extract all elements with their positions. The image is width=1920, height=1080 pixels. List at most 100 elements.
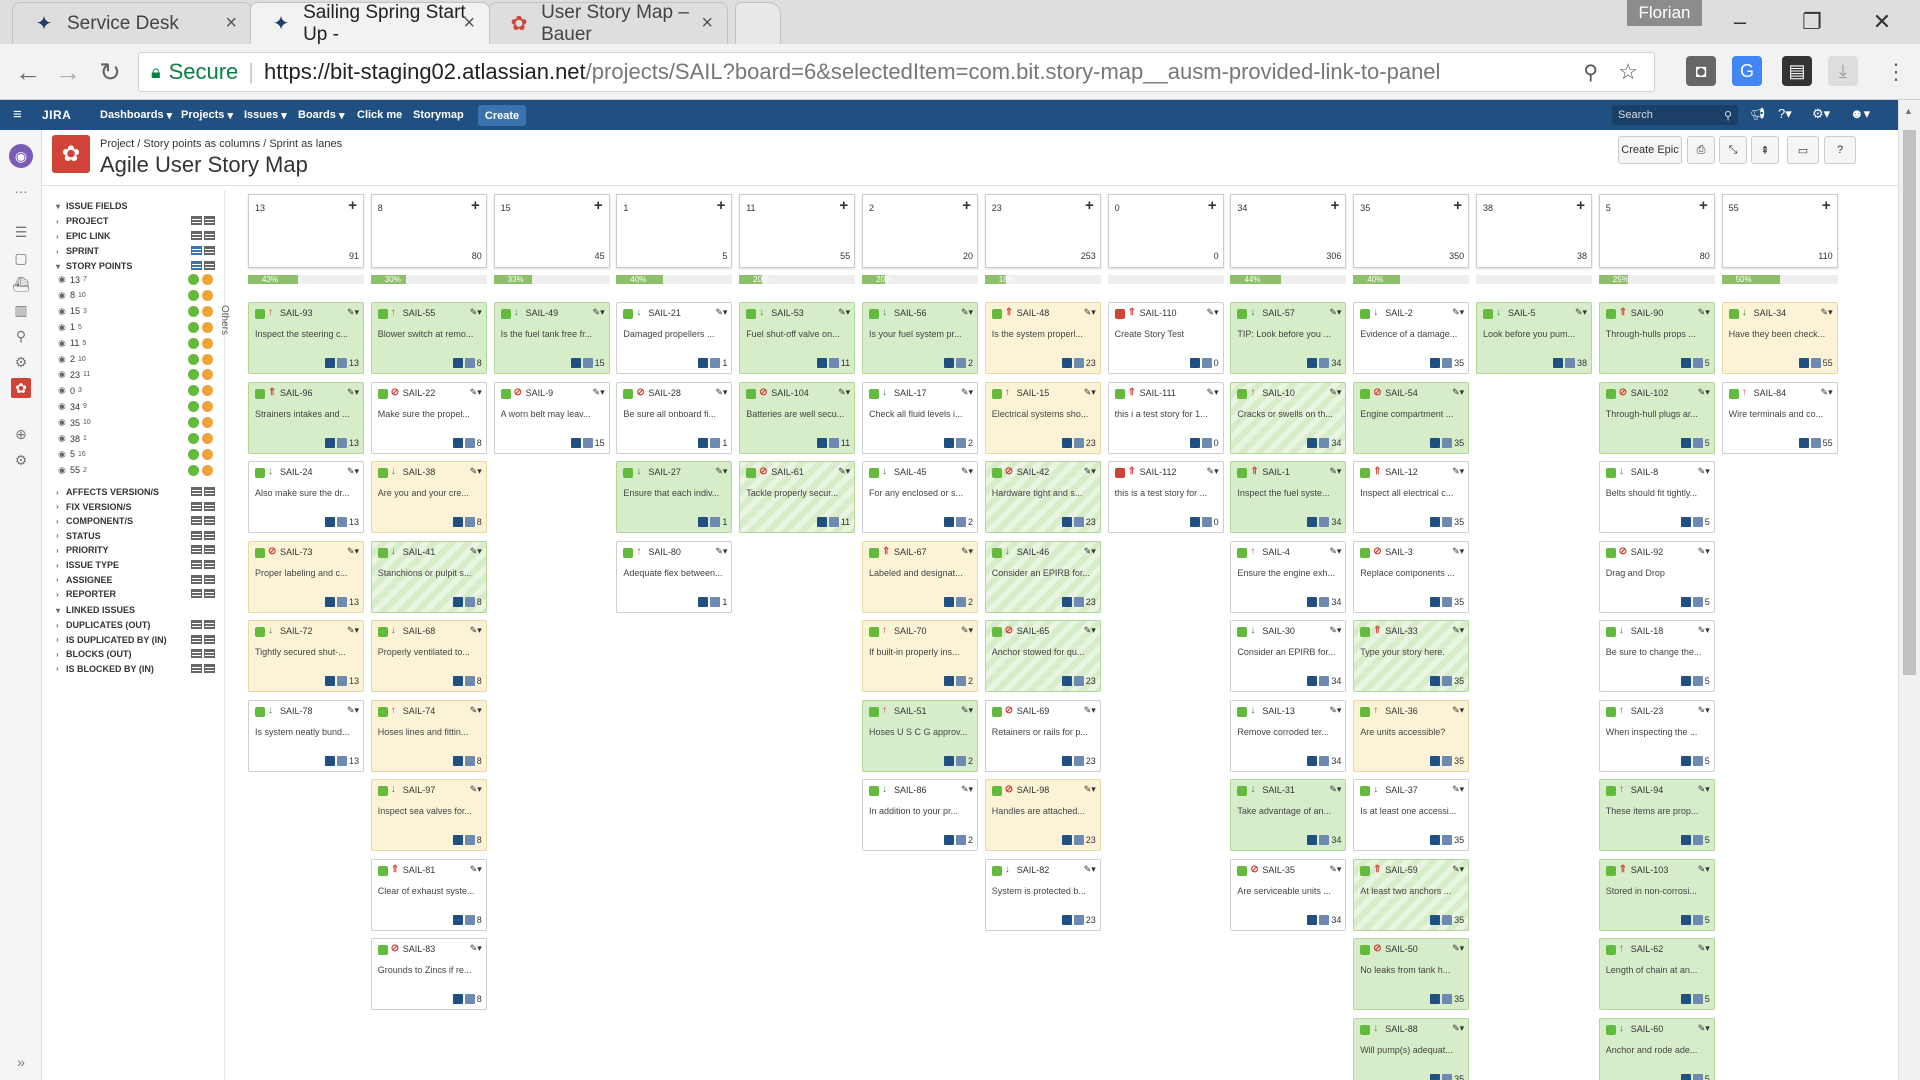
eye-icon[interactable]: ◉ xyxy=(58,338,70,349)
edit-icon[interactable]: ✎▾ xyxy=(470,705,482,716)
story-card[interactable]: ↓ SAIL-53 ✎▾ Fuel shut-off valve on... 11 xyxy=(739,302,856,374)
issue-key[interactable]: SAIL-17 xyxy=(894,388,927,398)
edit-icon[interactable]: ✎▾ xyxy=(470,625,482,636)
add-item-icon[interactable]: ⊕ xyxy=(11,424,31,444)
issue-key[interactable]: SAIL-83 xyxy=(403,944,436,954)
story-point-value[interactable]: ◉ 2 10 xyxy=(42,352,225,367)
chevron-right-icon[interactable]: › xyxy=(42,575,59,584)
close-icon[interactable]: × xyxy=(463,12,475,35)
story-card[interactable]: ↓ SAIL-5 ✎▾ Look before you pum... 38 xyxy=(1476,302,1592,374)
column-header[interactable]: 35 +350 xyxy=(1353,194,1470,268)
edit-icon[interactable]: ✎▾ xyxy=(1821,387,1833,398)
field-epic-link[interactable]: › EPIC LINK xyxy=(42,228,225,244)
story-card[interactable]: ↓ SAIL-21 ✎▾ Damaged propellers ... 1 xyxy=(616,302,733,374)
as-rows-icon[interactable] xyxy=(191,231,202,240)
reload-icon[interactable]: ↻ xyxy=(94,56,126,88)
story-card[interactable]: ↓ SAIL-30 ✎▾ Consider an EPIRB for... 34 xyxy=(1230,620,1347,692)
minimize-icon[interactable]: – xyxy=(1720,6,1760,38)
issue-key[interactable]: SAIL-65 xyxy=(1017,626,1050,636)
print-icon[interactable]: ⎙ xyxy=(1687,136,1715,164)
edit-icon[interactable]: ✎▾ xyxy=(1698,943,1710,954)
story-card[interactable]: ↓ SAIL-17 ✎▾ Check all fluid levels i... 2 xyxy=(862,381,978,454)
edit-icon[interactable]: ✎▾ xyxy=(715,546,727,557)
story-card[interactable]: ⇑ SAIL-1 ✎▾ Inspect the fuel syste... 34 xyxy=(1230,461,1347,533)
story-card[interactable]: ⇑ SAIL-59 ✎▾ At least two anchors ... 35 xyxy=(1353,858,1470,931)
story-point-value[interactable]: ◉ 34 9 xyxy=(42,399,225,414)
issue-key[interactable]: SAIL-45 xyxy=(894,467,927,477)
story-card[interactable]: ⇑ SAIL-112 ✎▾ this is a test story for ... 0 xyxy=(1107,461,1224,533)
story-card[interactable]: ↓ SAIL-86 ✎▾ In addition to your pr... 2 xyxy=(862,779,978,851)
issue-key[interactable]: SAIL-31 xyxy=(1262,785,1295,795)
chevron-down-icon[interactable]: ▾ xyxy=(42,606,60,615)
as-rows-icon[interactable] xyxy=(191,574,202,584)
issue-key[interactable]: SAIL-35 xyxy=(1262,865,1295,875)
column-header[interactable]: 23 +253 xyxy=(984,194,1101,268)
issue-key[interactable]: SAIL-5 xyxy=(1508,308,1536,318)
edit-icon[interactable]: ✎▾ xyxy=(715,466,727,477)
issue-key[interactable]: SAIL-74 xyxy=(403,706,436,716)
story-card[interactable]: ⊘ SAIL-102 ✎▾ Through-hull plugs ar... 5 xyxy=(1598,381,1715,454)
issue-key[interactable]: SAIL-112 xyxy=(1140,467,1177,477)
column-header[interactable]: 11 +55 xyxy=(739,194,856,268)
issue-key[interactable]: SAIL-70 xyxy=(894,626,927,636)
story-card[interactable]: ⊘ SAIL-35 ✎▾ Are serviceable units ... 34 xyxy=(1230,858,1347,931)
edit-icon[interactable]: ✎▾ xyxy=(1207,307,1219,318)
linked-is-duplicated-by-in[interactable]: › IS DUPLICATED BY (IN) xyxy=(42,632,225,648)
edit-icon[interactable]: ✎▾ xyxy=(1329,307,1341,318)
story-card[interactable]: ↓ SAIL-2 ✎▾ Evidence of a damage... 35 xyxy=(1353,302,1470,374)
edit-icon[interactable]: ✎▾ xyxy=(1698,864,1710,875)
reader-icon[interactable]: ▤ xyxy=(1782,56,1812,86)
as-columns-icon[interactable] xyxy=(204,246,215,255)
as-columns-icon[interactable] xyxy=(204,530,215,540)
story-card[interactable]: ↑ SAIL-62 ✎▾ Length of chain at an... 5 xyxy=(1598,938,1715,1010)
column-header[interactable]: 1 +5 xyxy=(616,194,733,268)
as-rows-icon[interactable] xyxy=(191,516,202,526)
chevron-right-icon[interactable]: › xyxy=(42,517,59,526)
chevron-right-icon[interactable]: › xyxy=(42,650,59,659)
story-card[interactable]: ⇑ SAIL-110 ✎▾ Create Story Test 0 xyxy=(1107,302,1224,374)
edit-icon[interactable]: ✎▾ xyxy=(347,705,359,716)
field-component-s[interactable]: › COMPONENT/S xyxy=(42,513,225,529)
field-sprint[interactable]: › SPRINT xyxy=(42,243,225,259)
bookmark-star-icon[interactable]: ☆ xyxy=(1618,59,1638,85)
chevron-right-icon[interactable]: › xyxy=(42,590,59,599)
issue-key[interactable]: SAIL-28 xyxy=(648,388,681,398)
story-card[interactable]: ⊘ SAIL-61 ✎▾ Tackle properly secur... 11 xyxy=(739,461,856,533)
edit-icon[interactable]: ✎▾ xyxy=(593,307,605,318)
create-epic-button[interactable]: Create Epic xyxy=(1618,136,1682,164)
story-card[interactable]: ⇑ SAIL-90 ✎▾ Through-hulls props ... 5 xyxy=(1598,302,1715,374)
issue-key[interactable]: SAIL-41 xyxy=(403,547,436,557)
breadcrumb[interactable]: Project / Story points as columns / Spri… xyxy=(100,138,342,150)
edit-icon[interactable]: ✎▾ xyxy=(1575,307,1587,318)
chevron-right-icon[interactable]: › xyxy=(42,217,59,226)
as-columns-icon[interactable] xyxy=(204,487,215,496)
app-switcher-icon[interactable]: ≡ xyxy=(13,106,22,123)
add-issue-icon[interactable]: + xyxy=(1822,197,1831,214)
issue-key[interactable]: SAIL-51 xyxy=(894,706,927,716)
edit-icon[interactable]: ✎▾ xyxy=(593,387,605,398)
issue-key[interactable]: SAIL-13 xyxy=(1262,706,1295,716)
issue-key[interactable]: SAIL-102 xyxy=(1631,388,1669,398)
edit-icon[interactable]: ✎▾ xyxy=(1452,466,1464,477)
story-point-value[interactable]: ◉ 15 3 xyxy=(42,304,225,319)
edit-icon[interactable]: ✎▾ xyxy=(1084,705,1096,716)
edit-icon[interactable]: ✎▾ xyxy=(347,625,359,636)
url-input[interactable]: 🔒︎ Secure | https://bit-staging02.atlass… xyxy=(138,52,1655,92)
story-card[interactable]: ⊘ SAIL-104 ✎▾ Batteries are well secu... 11 xyxy=(739,381,856,454)
issue-key[interactable]: SAIL-15 xyxy=(1017,388,1050,398)
field-status[interactable]: › STATUS xyxy=(42,528,225,544)
eye-icon[interactable]: ◉ xyxy=(58,354,70,365)
restore-icon[interactable]: ❐ xyxy=(1792,6,1832,38)
issue-key[interactable]: SAIL-80 xyxy=(648,547,681,557)
issue-key[interactable]: SAIL-1 xyxy=(1262,467,1290,477)
edit-icon[interactable]: ✎▾ xyxy=(1329,625,1341,636)
story-card[interactable]: ↓ SAIL-72 ✎▾ Tightly secured shut-... 13 xyxy=(248,620,364,692)
story-card[interactable]: ↓ SAIL-60 ✎▾ Anchor and rode ade... 5 xyxy=(1598,1017,1715,1080)
story-card[interactable]: ↓ SAIL-49 ✎▾ Is the fuel tank free fr... 15 xyxy=(493,302,610,374)
edit-icon[interactable]: ✎▾ xyxy=(1084,466,1096,477)
story-point-value[interactable]: ◉ 0 3 xyxy=(42,383,225,398)
column-header[interactable]: 8 +80 xyxy=(370,194,487,268)
as-rows-icon[interactable] xyxy=(191,545,202,555)
eye-icon[interactable]: ◉ xyxy=(58,322,70,333)
column-header[interactable]: 38 +38 xyxy=(1476,194,1592,268)
